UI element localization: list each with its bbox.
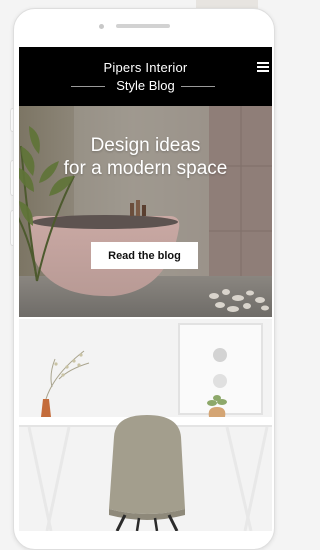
- site-header: Pipers Interior Style Blog: [19, 47, 272, 106]
- hero-section: Design ideas for a modern space Read the…: [19, 106, 272, 317]
- read-blog-button[interactable]: Read the blog: [91, 242, 198, 269]
- speaker-grille: [116, 24, 170, 28]
- hero-title-line1: Design ideas: [90, 135, 201, 156]
- hero-title-line2: for a modern space: [63, 158, 228, 179]
- hamburger-menu-icon[interactable]: [257, 62, 269, 72]
- phone-frame: Pipers Interior Style Blog Design ideas …: [13, 8, 275, 550]
- title-rule-right: [181, 86, 215, 87]
- desk-chair-image: [19, 319, 272, 531]
- phone-screen: Pipers Interior Style Blog Design ideas …: [19, 47, 272, 531]
- desk-image-section: [19, 319, 272, 531]
- camera-dot: [99, 24, 104, 29]
- site-title[interactable]: Pipers Interior: [19, 60, 272, 75]
- site-subtitle[interactable]: Style Blog: [19, 78, 272, 93]
